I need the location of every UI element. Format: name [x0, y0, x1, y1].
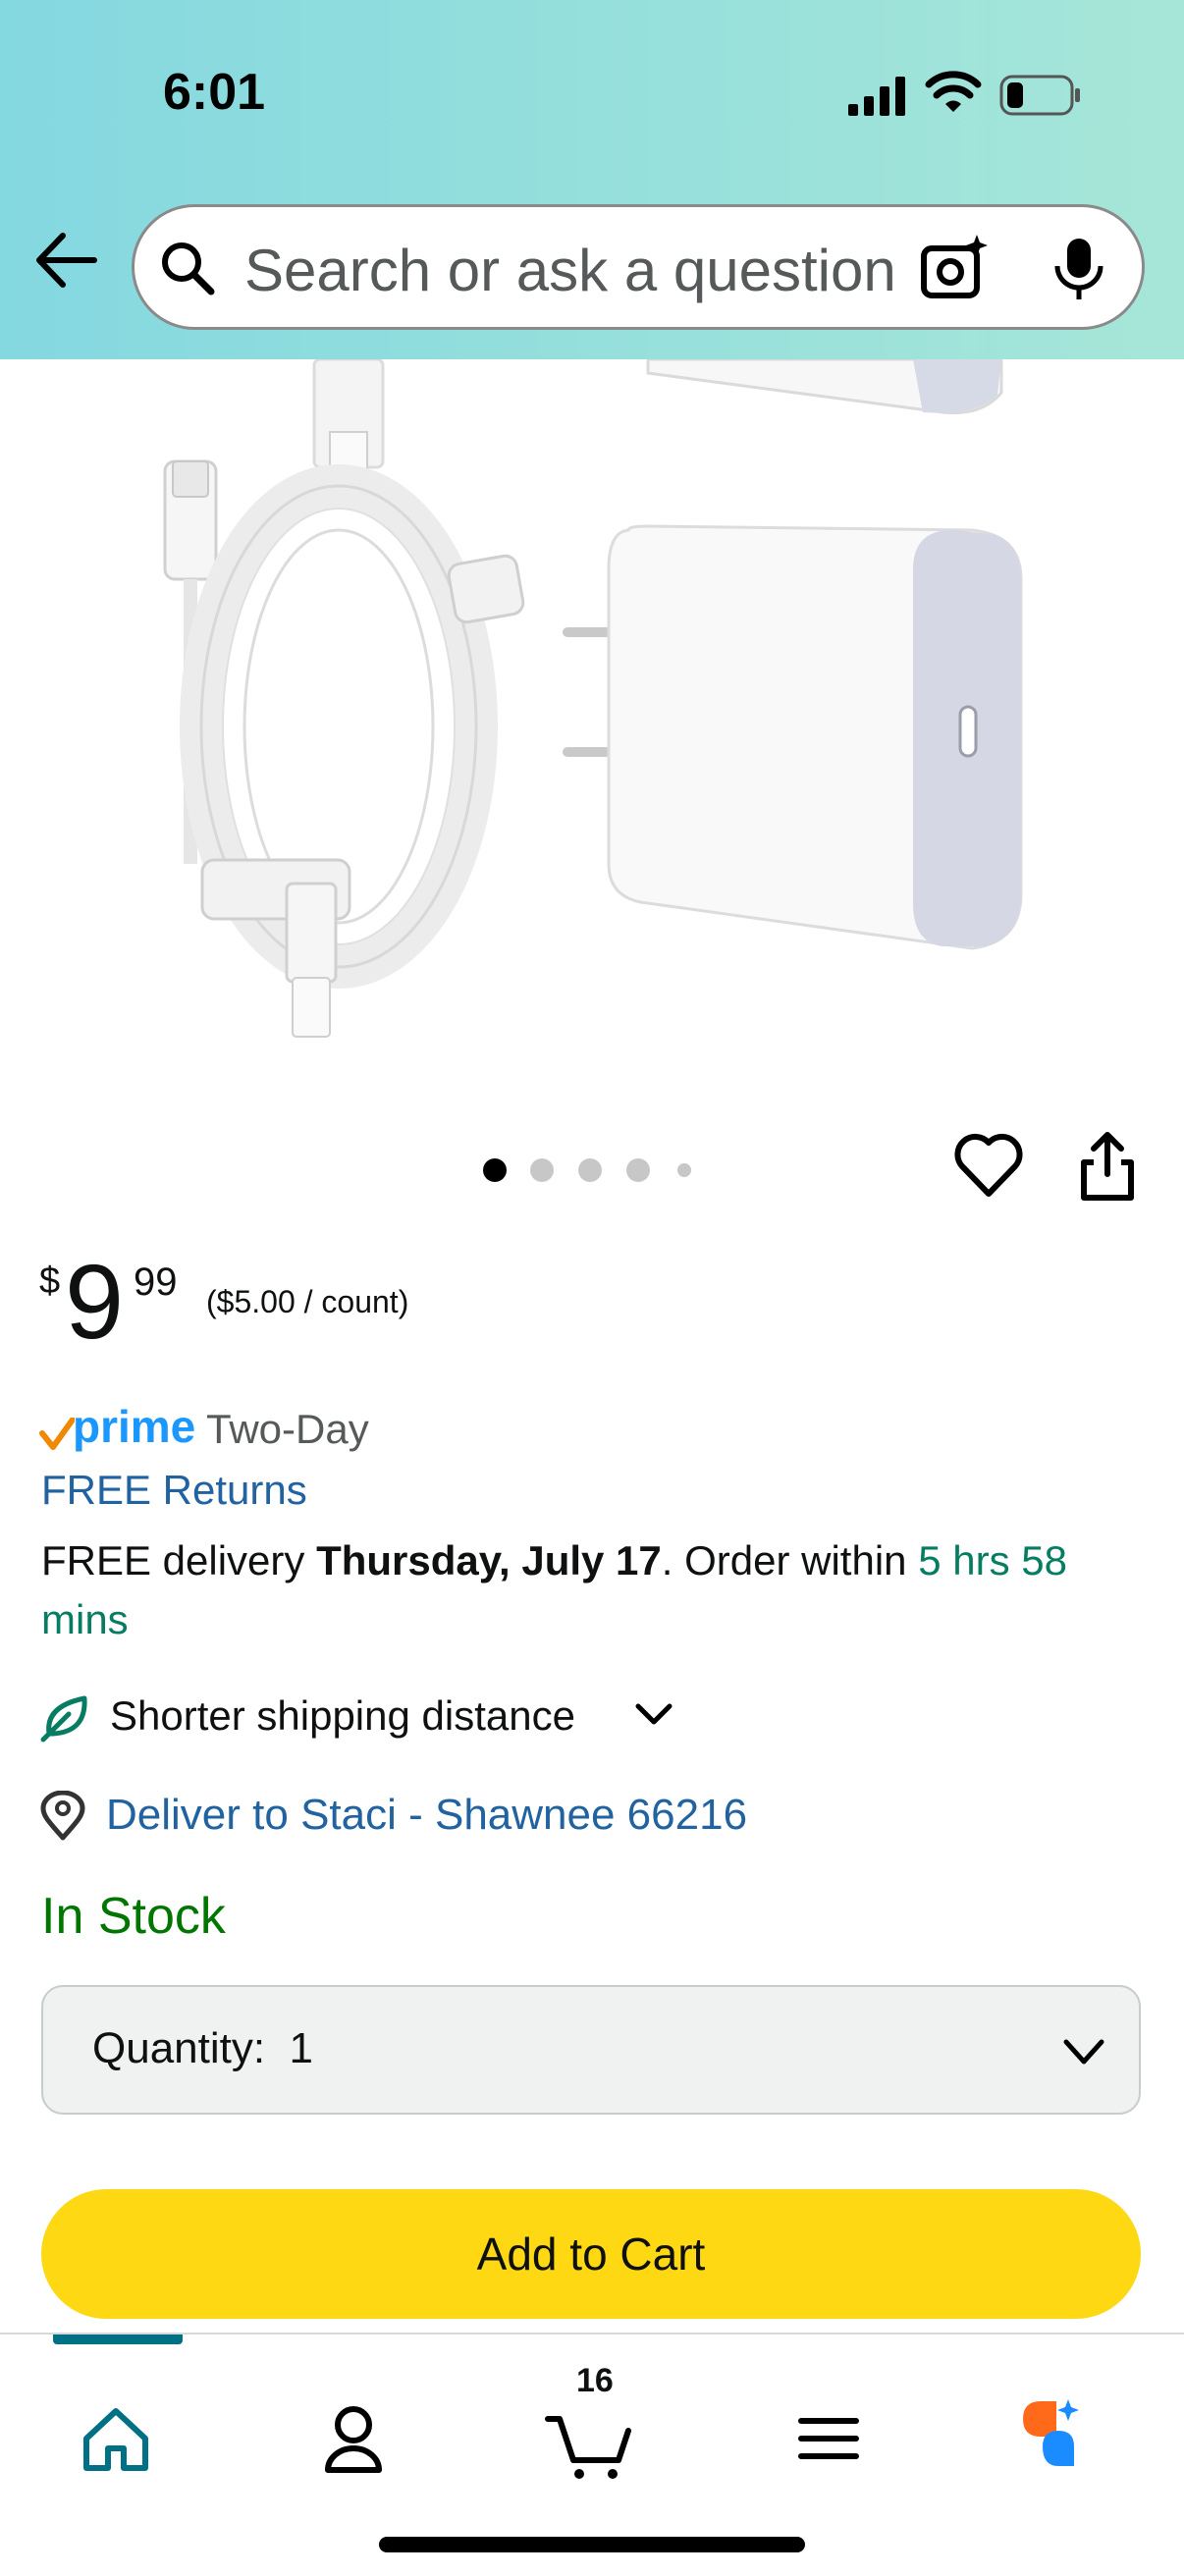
tab-cart[interactable] [542, 2389, 640, 2488]
carousel-dot[interactable] [626, 1158, 650, 1182]
prime-check-icon [39, 1418, 75, 1450]
carousel-dot[interactable] [677, 1163, 691, 1177]
chevron-down-icon[interactable] [634, 1700, 673, 1730]
quantity-label: Quantity: 1 [92, 2024, 313, 2073]
price-fraction: 99 [134, 1261, 178, 1304]
tab-home[interactable] [67, 2389, 165, 2488]
delivery-middle: . Order within [661, 1537, 919, 1583]
stock-status: In Stock [41, 1888, 226, 1945]
free-returns-link[interactable]: FREE Returns [41, 1467, 307, 1514]
unit-price: ($5.00 / count) [206, 1284, 409, 1319]
delivery-date: Thursday, July 17 [316, 1537, 662, 1583]
carousel-dot[interactable] [578, 1158, 602, 1182]
quantity-selector[interactable]: Quantity: 1 [41, 1985, 1141, 2115]
search-icon [162, 242, 215, 295]
deliver-to-label[interactable]: Deliver to Staci - Shawnee 66216 [106, 1791, 747, 1840]
tab-rufus[interactable] [1011, 2389, 1109, 2488]
camera-search-icon[interactable] [920, 233, 991, 301]
add-to-cart-button[interactable]: Add to Cart [41, 2189, 1141, 2319]
chevron-down-icon [1063, 2039, 1104, 2065]
search-placeholder[interactable]: Search or ask a question [244, 237, 896, 304]
carousel-dot[interactable] [530, 1158, 554, 1182]
wifi-icon [925, 71, 982, 112]
cart-icon [545, 2416, 631, 2479]
price-currency: $ [39, 1261, 61, 1302]
search-bar[interactable]: Search or ask a question [132, 204, 1145, 330]
tab-menu[interactable] [780, 2389, 878, 2488]
product-image[interactable] [0, 359, 1184, 1066]
home-icon [83, 2408, 148, 2471]
delivery-prefix: FREE delivery [41, 1537, 317, 1583]
status-time: 6:01 [163, 64, 266, 121]
price-whole: 9 [65, 1242, 125, 1361]
menu-icon [798, 2418, 859, 2459]
rufus-icon [1023, 2399, 1079, 2466]
leaf-icon [40, 1695, 87, 1743]
quantity-label-text: Quantity: [92, 2024, 266, 2072]
share-icon[interactable] [1076, 1131, 1139, 1202]
quantity-value: 1 [289, 2024, 314, 2072]
cart-count-badge: 16 [576, 2362, 614, 2399]
back-arrow-icon[interactable] [33, 232, 98, 289]
battery-icon [999, 75, 1080, 116]
microphone-icon[interactable] [1051, 237, 1106, 303]
wishlist-heart-icon[interactable] [954, 1133, 1023, 1200]
shipping-distance-label[interactable]: Shorter shipping distance [110, 1692, 575, 1740]
home-indicator [379, 2537, 805, 2552]
cellular-signal-icon [848, 77, 905, 116]
delivery-message: FREE delivery Thursday, July 17. Order w… [41, 1531, 1160, 1649]
active-tab-indicator [53, 2334, 183, 2344]
tab-account[interactable] [304, 2389, 403, 2488]
prime-speed-label: Two-Day [206, 1406, 369, 1452]
location-pin-icon [40, 1791, 85, 1841]
prime-logo-text: prime [73, 1401, 196, 1452]
carousel-dot-active[interactable] [483, 1158, 507, 1182]
top-header: 6:01 Search or ask a question [0, 0, 1184, 359]
account-icon [325, 2406, 382, 2473]
